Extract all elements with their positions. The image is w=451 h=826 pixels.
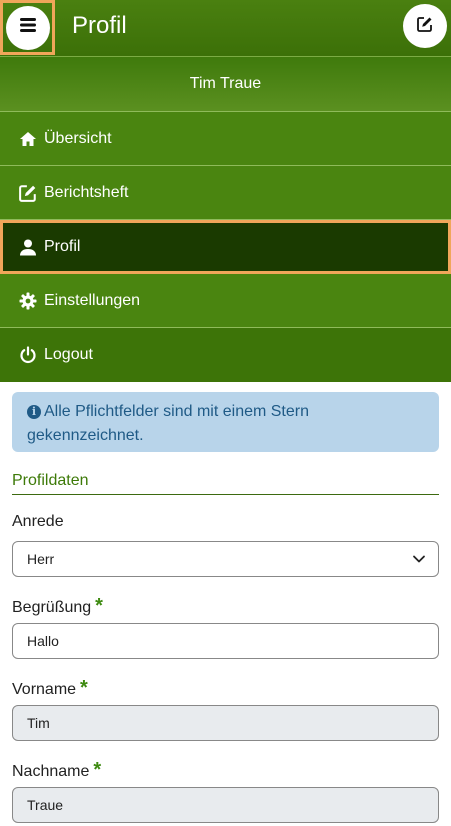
nav-item-label: Berichtsheft	[44, 183, 129, 201]
info-icon: i	[27, 405, 41, 419]
page-title: Profil	[72, 12, 127, 39]
nav-item-uebersicht[interactable]: Übersicht	[0, 112, 451, 166]
section-title: Profildaten	[12, 472, 439, 495]
profile-form: i Alle Pflichtfelder sind mit einem Stern…	[12, 392, 439, 823]
nav-item-label: Einstellungen	[44, 291, 141, 309]
anrede-value: Herr	[27, 551, 55, 567]
menu-button[interactable]	[0, 0, 55, 55]
nav-item-einstellungen[interactable]: Einstellungen	[0, 274, 451, 328]
nachname-value: Traue	[27, 797, 64, 813]
vorname-value: Tim	[27, 715, 50, 731]
field-label-nachname: Nachname *	[12, 759, 102, 781]
required-star: *	[93, 759, 102, 781]
side-navigation: Tim Traue Übersicht Berichtsheft Profil	[0, 56, 451, 382]
info-alert-text: Alle Pflichtfelder sind mit einem Stern …	[27, 403, 309, 444]
edit-icon	[18, 183, 38, 203]
nav-item-logout[interactable]: Logout	[0, 328, 451, 382]
edit-button[interactable]	[403, 4, 447, 48]
edit-icon	[417, 16, 433, 37]
user-icon	[18, 237, 38, 257]
nav-item-profil[interactable]: Profil	[0, 220, 451, 274]
vorname-input: Tim	[12, 705, 439, 741]
chevron-down-icon	[412, 552, 426, 569]
top-bar: Profil	[0, 0, 451, 56]
nav-user-name: Tim Traue	[0, 56, 451, 112]
hamburger-icon	[19, 18, 36, 37]
nav-item-label: Übersicht	[44, 129, 112, 147]
power-icon	[18, 345, 38, 365]
field-label-anrede: Anrede	[12, 513, 64, 530]
nav-item-label: Logout	[44, 346, 93, 363]
home-icon	[18, 129, 38, 149]
info-alert: i Alle Pflichtfelder sind mit einem Stern…	[12, 392, 439, 452]
nav-item-label: Profil	[44, 238, 81, 255]
required-star: *	[95, 595, 103, 617]
field-label-vorname: Vorname *	[12, 677, 88, 699]
nachname-input: Traue	[12, 787, 439, 823]
anrede-select[interactable]: Herr	[12, 541, 439, 577]
required-star: *	[80, 677, 88, 699]
nav-item-berichtsheft[interactable]: Berichtsheft	[0, 166, 451, 220]
begruessung-input[interactable]: Hallo	[12, 623, 439, 659]
gear-icon	[18, 291, 38, 311]
begruessung-value: Hallo	[27, 633, 59, 649]
field-label-begruessung: Begrüßung *	[12, 595, 103, 617]
